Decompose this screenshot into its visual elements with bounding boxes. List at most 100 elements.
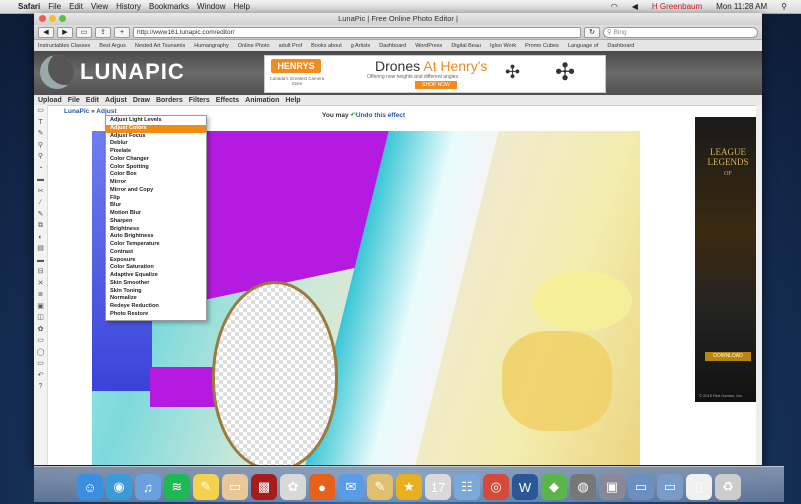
- crop-tool-icon[interactable]: ✂: [34, 186, 47, 198]
- contacts-icon[interactable]: ☷: [454, 474, 480, 500]
- share-icon[interactable]: ⇪: [95, 26, 111, 38]
- save-tool-icon[interactable]: ⊟: [34, 266, 47, 278]
- menu-item-redeye-reduction[interactable]: Redeye Reduction: [106, 303, 206, 311]
- clone-tool-icon[interactable]: ⧉: [34, 220, 47, 232]
- menu-item-mirror-and-copy[interactable]: Mirror and Copy: [106, 187, 206, 195]
- menu-item-color-saturation[interactable]: Color Saturation: [106, 264, 206, 272]
- bookmark-item[interactable]: Dashboard: [607, 43, 634, 49]
- text-tool-icon[interactable]: T: [34, 117, 47, 129]
- menu-item-adaptive-equalize[interactable]: Adaptive Equalize: [106, 272, 206, 280]
- circle-tool-icon[interactable]: ◯: [34, 347, 47, 359]
- search-input[interactable]: ⚲ Bing: [603, 26, 758, 38]
- photo-booth-icon[interactable]: ▩: [251, 474, 277, 500]
- menu-item-color-changer[interactable]: Color Changer: [106, 156, 206, 164]
- safari-icon[interactable]: ◉: [106, 474, 132, 500]
- menu-file[interactable]: File: [68, 97, 80, 104]
- menubar-window[interactable]: Window: [197, 2, 225, 11]
- new-tab-button[interactable]: +: [114, 26, 130, 38]
- layers-tool-icon[interactable]: ▤: [34, 243, 47, 255]
- bookmark-item[interactable]: Best Argus: [99, 43, 126, 49]
- reload-icon[interactable]: ↻: [584, 26, 600, 38]
- menu-upload[interactable]: Upload: [38, 97, 62, 104]
- menu-item-color-temperature[interactable]: Color Temperature: [106, 241, 206, 249]
- bookmark-item[interactable]: Books about: [311, 43, 342, 49]
- menubar-app-safari[interactable]: Safari: [18, 2, 40, 11]
- box-tool-icon[interactable]: ▭: [34, 358, 47, 370]
- bookmark-item[interactable]: Online Photo: [238, 43, 270, 49]
- menu-item-normalize[interactable]: Normalize: [106, 295, 206, 303]
- menu-edit[interactable]: Edit: [86, 97, 99, 104]
- menu-item-sharpen[interactable]: Sharpen: [106, 218, 206, 226]
- menu-draw[interactable]: Draw: [133, 97, 150, 104]
- spotlight-icon[interactable]: ⚲: [781, 2, 787, 11]
- pencil-icon[interactable]: ✎: [367, 474, 393, 500]
- menu-filters[interactable]: Filters: [189, 97, 210, 104]
- bookmark-item[interactable]: Promo Cubes: [525, 43, 559, 49]
- spotify-icon[interactable]: ≋: [164, 474, 190, 500]
- menubar-help[interactable]: Help: [233, 2, 249, 11]
- menubar-bookmarks[interactable]: Bookmarks: [149, 2, 189, 11]
- menu-item-deblur[interactable]: Deblur: [106, 140, 206, 148]
- menu-item-auto-brightness[interactable]: Auto Brightness: [106, 233, 206, 241]
- fill-tool-icon[interactable]: ◔: [34, 163, 47, 175]
- downloads-icon[interactable]: ▭: [628, 474, 654, 500]
- bookmark-item[interactable]: Igloo Work: [490, 43, 516, 49]
- rect-tool-icon[interactable]: ▭: [34, 335, 47, 347]
- menu-item-photo-restore[interactable]: Photo Restore: [106, 311, 206, 319]
- sidebar-icon[interactable]: ▭: [76, 26, 92, 38]
- menu-item-adjust-light-levels[interactable]: Adjust Light Levels: [106, 117, 206, 125]
- menubar-edit[interactable]: Edit: [69, 2, 83, 11]
- menu-item-skin-toning[interactable]: Skin Toning: [106, 288, 206, 296]
- draw-tool-icon[interactable]: ✎: [34, 209, 47, 221]
- lunapic-logo[interactable]: LUNAPIC: [40, 55, 185, 89]
- menubar-user[interactable]: H Greenbaum: [652, 2, 702, 11]
- evernote-icon[interactable]: ◆: [541, 474, 567, 500]
- bookmark-item[interactable]: Nested Art Tsunamis: [135, 43, 185, 49]
- finder-icon[interactable]: ☺: [77, 474, 103, 500]
- menu-adjust[interactable]: Adjust: [105, 97, 127, 104]
- back-button[interactable]: ◀: [38, 26, 54, 38]
- breadcrumb-current[interactable]: Adjust: [96, 108, 116, 115]
- menu-item-color-box[interactable]: Color Box: [106, 171, 206, 179]
- line-tool-icon[interactable]: ▬: [34, 174, 47, 186]
- close-window-button[interactable]: [39, 15, 46, 22]
- menubar-file[interactable]: File: [48, 2, 61, 11]
- photos-icon[interactable]: ✿: [280, 474, 306, 500]
- frame-tool-icon[interactable]: ⧈: [34, 289, 47, 301]
- menu-borders[interactable]: Borders: [156, 97, 183, 104]
- menu-item-brightness[interactable]: Brightness: [106, 226, 206, 234]
- camera-icon[interactable]: ◍: [570, 474, 596, 500]
- eraser-tool-icon[interactable]: ▬: [34, 255, 47, 267]
- undo-link[interactable]: Undo this effect: [356, 112, 405, 119]
- chrome-icon[interactable]: ◎: [483, 474, 509, 500]
- menu-item-mirror[interactable]: Mirror: [106, 179, 206, 187]
- calendar-icon[interactable]: 17: [425, 474, 451, 500]
- menubar-clock[interactable]: Mon 11:28 AM: [716, 2, 767, 11]
- bookmark-item[interactable]: Instructables Classes: [38, 43, 90, 49]
- banner-ad[interactable]: HENRYS Canada's Greatest Camera Store Dr…: [264, 55, 606, 93]
- file-icon[interactable]: ▯: [686, 474, 712, 500]
- menu-animation[interactable]: Animation: [245, 97, 279, 104]
- side-ad-download-button[interactable]: DOWNLOAD: [705, 352, 751, 361]
- brush-tool-icon[interactable]: ∕: [34, 197, 47, 209]
- help-tool-icon[interactable]: ?: [34, 381, 47, 393]
- menu-item-color-spotting[interactable]: Color Spotting: [106, 164, 206, 172]
- menu-effects[interactable]: Effects: [216, 97, 239, 104]
- menu-item-skin-smoother[interactable]: Skin Smoother: [106, 280, 206, 288]
- menu-item-exposure[interactable]: Exposure: [106, 257, 206, 265]
- address-bar[interactable]: http://www161.lunapic.com/editor/: [133, 26, 581, 38]
- volume-icon[interactable]: ◀: [632, 2, 638, 11]
- menu-item-contrast[interactable]: Contrast: [106, 249, 206, 257]
- app-icon[interactable]: ▣: [599, 474, 625, 500]
- word-icon[interactable]: W: [512, 474, 538, 500]
- itunes-icon[interactable]: ♫: [135, 474, 161, 500]
- yellow-folder-icon[interactable]: ★: [396, 474, 422, 500]
- bookmark-item[interactable]: Dashboard: [379, 43, 406, 49]
- documents-icon[interactable]: ▭: [657, 474, 683, 500]
- bookmark-item[interactable]: Digital Beau: [451, 43, 481, 49]
- firefox-icon[interactable]: ●: [309, 474, 335, 500]
- breadcrumb-root[interactable]: LunaPic: [64, 108, 89, 115]
- bookmark-item[interactable]: Humangraphy: [194, 43, 229, 49]
- menu-item-pixelate[interactable]: Pixelate: [106, 148, 206, 156]
- side-ad[interactable]: LEAGUE LEGENDS OF DOWNLOAD © 2015 Riot Ga…: [695, 117, 761, 402]
